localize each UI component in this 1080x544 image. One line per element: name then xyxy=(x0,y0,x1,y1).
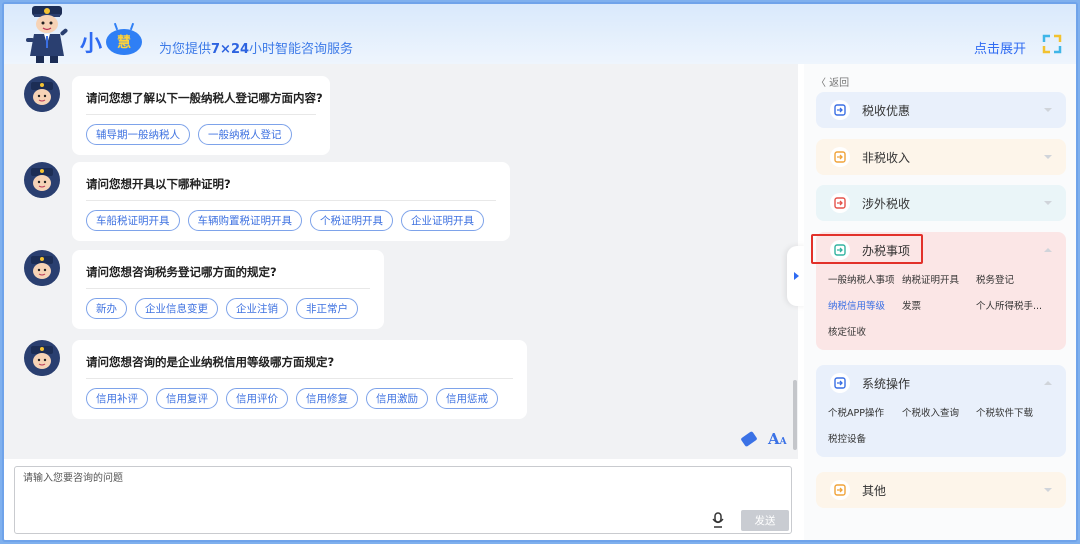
option-chip[interactable]: 个税证明开具 xyxy=(310,210,393,231)
option-chip[interactable]: 一般纳税人登记 xyxy=(198,124,292,145)
annotation-highlight-box xyxy=(811,234,923,264)
login-icon xyxy=(830,147,850,167)
logo-badge: 慧 xyxy=(106,29,143,55)
police-mascot-icon xyxy=(26,6,68,63)
bot-avatar xyxy=(24,340,60,376)
chevron-up-icon xyxy=(1044,248,1052,252)
message-bubble: 请问您想了解以下一般纳税人登记哪方面内容? 辅导期一般纳税人 一般纳税人登记 xyxy=(72,76,330,155)
font-size-icon[interactable]: AA xyxy=(768,430,787,448)
subcategory-item[interactable]: 一般纳税人事项 xyxy=(828,272,902,286)
option-chip[interactable]: 信用修复 xyxy=(296,388,358,409)
option-chip[interactable]: 信用评价 xyxy=(226,388,288,409)
chevron-down-icon xyxy=(1044,201,1052,205)
subcategory-item[interactable]: 个税收入查询 xyxy=(902,405,976,419)
option-chip[interactable]: 企业证明开具 xyxy=(401,210,484,231)
fullscreen-icon[interactable] xyxy=(1042,34,1062,54)
subcategory-item[interactable]: 核定征收 xyxy=(828,324,902,338)
category-other[interactable]: 其他 xyxy=(816,472,1066,508)
question-input[interactable] xyxy=(15,467,791,533)
chevron-down-icon xyxy=(1044,155,1052,159)
subcategory-list: 一般纳税人事项 纳税证明开具 税务登记 纳税信用等级 发票 个人所得税手... … xyxy=(816,268,1066,350)
question-text: 请问您想咨询税务登记哪方面的规定? xyxy=(86,264,370,289)
bot-avatar xyxy=(24,162,60,198)
login-icon xyxy=(830,480,850,500)
category-label: 其他 xyxy=(862,483,887,498)
category-system-operation[interactable]: 系统操作 个税APP操作 个税收入查询 个税软件下载 税控设备 xyxy=(816,365,1066,457)
chat-scrollbar[interactable] xyxy=(793,380,797,450)
logo-text: 小 xyxy=(80,32,103,57)
subcategory-list: 个税APP操作 个税收入查询 个税软件下载 税控设备 xyxy=(816,401,1066,457)
chat-tools: AA xyxy=(740,430,787,448)
subcategory-item[interactable]: 纳税证明开具 xyxy=(902,272,976,286)
option-chip[interactable]: 车船税证明开具 xyxy=(86,210,180,231)
login-icon xyxy=(830,100,850,120)
login-icon xyxy=(830,193,850,213)
option-list: 信用补评 信用复评 信用评价 信用修复 信用激励 信用惩戒 xyxy=(86,379,513,409)
chevron-down-icon xyxy=(1044,488,1052,492)
category-label: 非税收入 xyxy=(862,150,911,165)
option-chip[interactable]: 车辆购置税证明开具 xyxy=(187,210,302,231)
option-chip[interactable]: 信用补评 xyxy=(86,388,148,409)
message-bubble: 请问您想咨询税务登记哪方面的规定? 新办 企业信息变更 企业注销 非正常户 xyxy=(72,250,384,329)
category-non-tax-revenue[interactable]: 非税收入 xyxy=(816,139,1066,175)
option-list: 辅导期一般纳税人 一般纳税人登记 xyxy=(86,115,316,145)
option-chip[interactable]: 新办 xyxy=(86,298,127,319)
option-list: 车船税证明开具 车辆购置税证明开具 个税证明开具 企业证明开具 xyxy=(86,201,496,231)
option-chip[interactable]: 信用惩戒 xyxy=(436,388,498,409)
microphone-icon[interactable] xyxy=(712,512,724,528)
back-link[interactable]: 〈 返回 xyxy=(816,74,849,89)
header: 小 慧 为您提供7×24小时智能咨询服务 点击展开 xyxy=(4,4,1076,64)
category-label: 税收优惠 xyxy=(862,103,911,118)
category-foreign-tax[interactable]: 涉外税收 xyxy=(816,185,1066,221)
message-bubble: 请问您想开具以下哪种证明? 车船税证明开具 车辆购置税证明开具 个税证明开具 企… xyxy=(72,162,510,241)
option-chip[interactable]: 信用复评 xyxy=(156,388,218,409)
category-tax-incentive[interactable]: 税收优惠 xyxy=(816,92,1066,128)
question-input-box xyxy=(14,466,792,534)
chevron-down-icon xyxy=(1044,108,1052,112)
option-list: 新办 企业信息变更 企业注销 非正常户 xyxy=(86,289,370,319)
option-chip[interactable]: 辅导期一般纳税人 xyxy=(86,124,190,145)
question-text: 请问您想咨询的是企业纳税信用等级哪方面规定? xyxy=(86,354,513,379)
option-chip[interactable]: 企业信息变更 xyxy=(135,298,218,319)
question-text: 请问您想了解以下一般纳税人登记哪方面内容? xyxy=(86,90,323,115)
login-icon xyxy=(830,373,850,393)
slogan-suffix: 小时智能咨询服务 xyxy=(249,42,354,57)
slogan-prefix: 为您提供 xyxy=(159,42,212,57)
option-chip[interactable]: 信用激励 xyxy=(366,388,428,409)
bot-avatar xyxy=(24,76,60,112)
category-label: 涉外税收 xyxy=(862,196,911,211)
subcategory-item[interactable]: 发票 xyxy=(902,298,976,312)
subcategory-item-active[interactable]: 纳税信用等级 xyxy=(828,298,902,312)
send-button[interactable]: 发送 xyxy=(741,510,789,531)
slogan: 为您提供7×24小时智能咨询服务 xyxy=(159,38,353,57)
bot-avatar xyxy=(24,250,60,286)
subcategory-item[interactable]: 税务登记 xyxy=(976,272,1052,286)
app-window: 小 慧 为您提供7×24小时智能咨询服务 点击展开 请问您想了解以下一般纳税人登… xyxy=(2,2,1078,542)
question-text: 请问您想开具以下哪种证明? xyxy=(86,176,496,201)
subcategory-item[interactable]: 个税软件下载 xyxy=(976,405,1052,419)
expand-link[interactable]: 点击展开 xyxy=(974,38,1026,57)
option-chip[interactable]: 非正常户 xyxy=(296,298,358,319)
slogan-highlight: 7×24 xyxy=(211,42,250,57)
option-chip[interactable]: 企业注销 xyxy=(226,298,288,319)
chevron-up-icon xyxy=(1044,381,1052,385)
category-label: 系统操作 xyxy=(862,376,911,391)
chat-area: 请问您想了解以下一般纳税人登记哪方面内容? 辅导期一般纳税人 一般纳税人登记 请… xyxy=(4,64,798,459)
app-logo: 小 慧 xyxy=(80,26,143,58)
category-panel: 〈 返回 税收优惠 非税收入 涉外税收 办税事项 一般纳税人事项 纳税证明开具 … xyxy=(804,64,1076,540)
subcategory-item[interactable]: 个税APP操作 xyxy=(828,405,902,419)
eraser-icon[interactable] xyxy=(740,430,758,448)
subcategory-item[interactable]: 税控设备 xyxy=(828,431,902,445)
subcategory-item[interactable]: 个人所得税手... xyxy=(976,298,1052,312)
message-bubble: 请问您想咨询的是企业纳税信用等级哪方面规定? 信用补评 信用复评 信用评价 信用… xyxy=(72,340,527,419)
